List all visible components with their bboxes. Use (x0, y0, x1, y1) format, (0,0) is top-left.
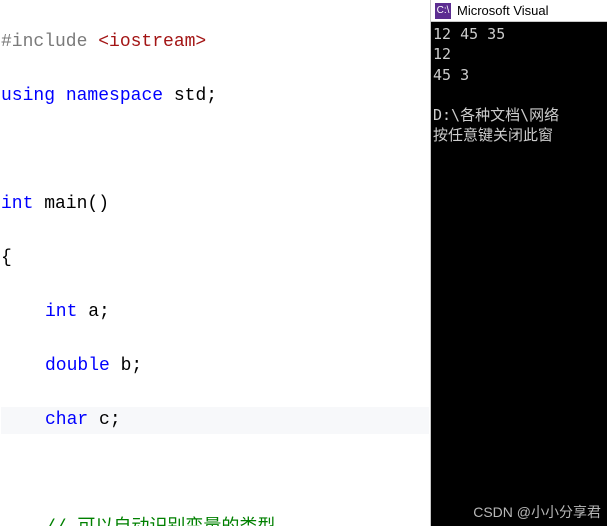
code-line: // 可以自动识别变量的类型 (1, 515, 429, 526)
code-line: using namespace std; (1, 83, 429, 110)
console-title: Microsoft Visual (457, 3, 549, 18)
include-header: <iostream> (98, 32, 206, 52)
code-line (1, 461, 429, 488)
console-line: 12 45 35 (433, 25, 505, 43)
code-line (1, 137, 429, 164)
code-line-current: char c; (1, 407, 429, 434)
code-line: #include <iostream> (1, 29, 429, 56)
console-output[interactable]: 12 45 35 12 45 3 D:\各种文档\网络 按任意键关闭此窗 (431, 22, 607, 526)
code-line: double b; (1, 353, 429, 380)
code-line: int main() (1, 191, 429, 218)
console-line: 按任意键关闭此窗 (433, 126, 553, 144)
console-app-icon: C:\ (435, 3, 451, 19)
console-line: 45 3 (433, 66, 469, 84)
console-line: 12 (433, 45, 451, 63)
code-editor[interactable]: #include <iostream> using namespace std;… (0, 0, 430, 526)
console-title-bar[interactable]: C:\ Microsoft Visual (431, 0, 607, 22)
preprocessor: #include (1, 32, 98, 52)
code-line: int a; (1, 299, 429, 326)
console-window: C:\ Microsoft Visual 12 45 35 12 45 3 D:… (430, 0, 607, 526)
console-line: D:\各种文档\网络 (433, 106, 559, 124)
code-line: { (1, 245, 429, 272)
